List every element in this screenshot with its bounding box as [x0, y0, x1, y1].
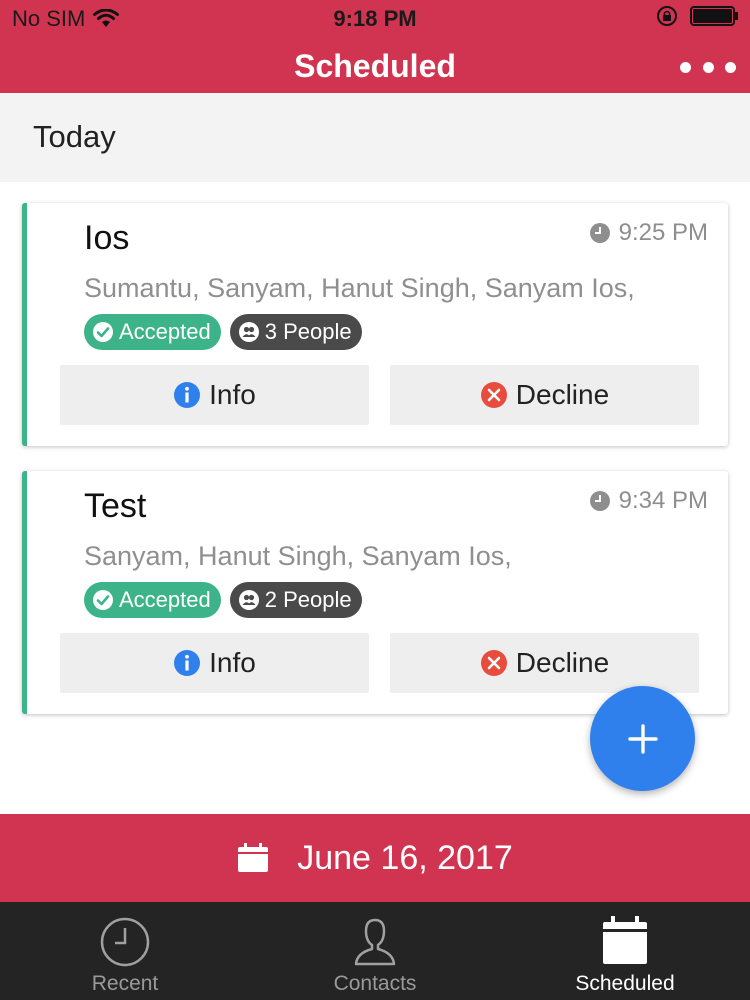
close-circle-icon [480, 382, 507, 408]
status-time: 9:18 PM [333, 6, 417, 31]
tab-label: Recent [91, 972, 159, 995]
calendar-icon [603, 916, 647, 964]
status-badge-label: Accepted [119, 587, 211, 612]
decline-button-label: Decline [515, 647, 610, 678]
event-card[interactable]: Ios 9:25 PM Sumantu, Sanyam, Hanut Singh… [22, 203, 728, 446]
status-right [656, 5, 740, 27]
date-selector[interactable]: June 16, 2017 [0, 814, 750, 902]
decline-button-label: Decline [515, 379, 610, 410]
people-count-label: 3 People [264, 319, 352, 344]
status-badge: Accepted [84, 582, 221, 618]
group-icon [238, 322, 259, 342]
close-circle-icon [480, 650, 507, 676]
section-label: Today [33, 119, 116, 154]
info-icon [174, 650, 201, 676]
people-count-badge: 3 People [229, 314, 362, 350]
event-participants: Sumantu, Sanyam, Hanut Singh, Sanyam Ios… [84, 273, 635, 303]
tab-recent[interactable]: Recent [0, 902, 250, 1000]
add-event-button[interactable] [590, 686, 695, 791]
check-circle-icon [93, 590, 113, 610]
event-badges: Accepted 2 People [84, 582, 362, 618]
tab-label: Scheduled [575, 972, 675, 995]
status-badge-label: Accepted [119, 319, 211, 344]
tab-contacts[interactable]: Contacts [250, 902, 500, 1000]
status-bar: No SIM 9:18 PM [0, 0, 750, 36]
group-icon [238, 590, 259, 610]
plus-icon [627, 723, 658, 754]
person-icon [354, 918, 396, 966]
selected-date: June 16, 2017 [297, 838, 513, 877]
event-time-label: 9:34 PM [618, 487, 708, 514]
event-time: 9:25 PM [589, 219, 708, 247]
tab-label: Contacts [333, 972, 417, 995]
clock-icon [100, 917, 150, 967]
people-count-badge: 2 People [229, 582, 362, 618]
more-dot [725, 61, 736, 73]
check-circle-icon [93, 322, 113, 342]
rotation-lock-icon [657, 6, 677, 26]
event-card[interactable]: Test 9:34 PM Sanyam, Hanut Singh, Sanyam… [22, 471, 728, 714]
event-title: Ios [84, 219, 130, 257]
more-options-button[interactable] [680, 54, 736, 80]
more-dot [702, 61, 714, 73]
info-button[interactable]: Info [60, 365, 369, 425]
info-button[interactable]: Info [60, 633, 369, 693]
page-title: Scheduled [294, 48, 456, 84]
event-time: 9:34 PM [589, 487, 708, 515]
clock-icon [589, 223, 610, 243]
calendar-icon [238, 843, 269, 872]
event-time-label: 9:25 PM [618, 219, 708, 246]
battery-icon [690, 6, 738, 26]
section-header-today: Today [0, 93, 750, 182]
tab-bar: Recent Contacts Scheduled [0, 902, 750, 1000]
navigation-bar: Scheduled [0, 36, 750, 93]
decline-button[interactable]: Decline [390, 633, 699, 693]
info-button-label: Info [209, 379, 256, 410]
tab-scheduled[interactable]: Scheduled [500, 902, 750, 1000]
clock-icon [589, 491, 610, 511]
decline-button[interactable]: Decline [390, 365, 699, 425]
people-count-label: 2 People [264, 587, 352, 612]
status-badge: Accepted [84, 314, 221, 350]
info-icon [174, 382, 201, 408]
info-button-label: Info [209, 647, 256, 678]
event-participants: Sanyam, Hanut Singh, Sanyam Ios, [84, 541, 512, 571]
more-horizontal-icon [680, 61, 691, 73]
event-title: Test [84, 487, 147, 525]
event-badges: Accepted 3 People [84, 314, 362, 350]
